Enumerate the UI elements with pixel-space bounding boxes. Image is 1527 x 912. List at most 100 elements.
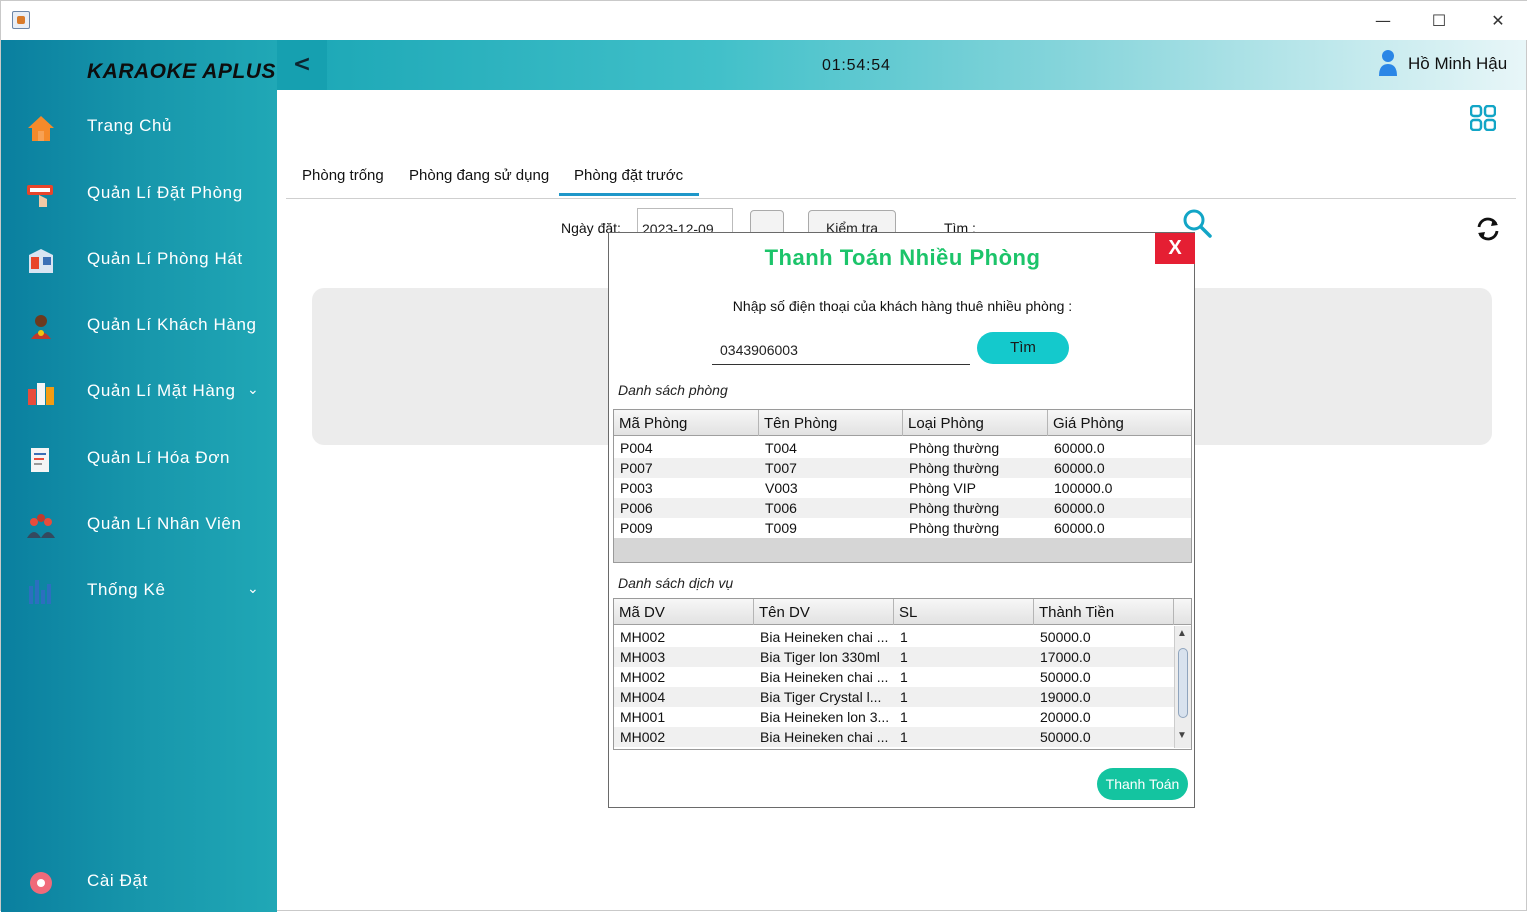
sidebar-item-settings[interactable]: Cài Đặt: [1, 857, 277, 907]
grid-view-icon[interactable]: [1470, 105, 1496, 131]
sidebar-item-invoices[interactable]: Quản Lí Hóa Đơn: [1, 434, 277, 484]
sidebar-item-products[interactable]: Quản Lí Mặt Hàng ⌄: [1, 367, 277, 417]
customer-icon: [31, 315, 51, 339]
table-cell: Bia Heineken chai ...: [760, 729, 889, 745]
top-header: < 01:54:54 Hồ Minh Hậu: [277, 40, 1526, 90]
table-row[interactable]: MH001 Bia Heineken lon 3... 1 20000.0: [614, 707, 1174, 727]
table-header: Mã DV Tên DV SL Thành Tiền: [614, 599, 1191, 625]
services-table[interactable]: Mã DV Tên DV SL Thành Tiền ▲ ▼ MH002 Bia …: [613, 598, 1192, 750]
sidebar-item-label: Quản Lí Hóa Đơn: [87, 448, 230, 467]
column-header[interactable]: Tên Phòng: [759, 410, 903, 436]
column-header[interactable]: Giá Phòng: [1048, 410, 1191, 436]
tab-empty-rooms[interactable]: Phòng trống: [302, 167, 384, 184]
sidebar-item-rooms[interactable]: Quản Lí Phòng Hát: [1, 235, 277, 285]
back-button[interactable]: <: [277, 40, 327, 90]
table-cell: P003: [620, 480, 653, 496]
app-window: — ☐ ✕ KARAOKE APLUS Trang Chủ Quản Lí Đặ…: [0, 0, 1527, 912]
column-header[interactable]: Tên DV: [754, 599, 894, 625]
stats-icon: [29, 580, 51, 604]
vertical-scrollbar[interactable]: ▲ ▼: [1174, 626, 1191, 748]
close-window-button[interactable]: ✕: [1486, 9, 1510, 33]
column-header[interactable]: Loại Phòng: [903, 410, 1048, 436]
table-row[interactable]: MH004 Bia Tiger Crystal l... 1 19000.0: [614, 687, 1174, 707]
sidebar: KARAOKE APLUS Trang Chủ Quản Lí Đặt Phòn…: [1, 40, 277, 912]
table-cell: T004: [765, 440, 797, 456]
table-cell: 17000.0: [1040, 649, 1091, 665]
table-cell: MH002: [620, 629, 666, 645]
table-cell: 1: [900, 709, 908, 725]
table-row[interactable]: P003 V003 Phòng VIP 100000.0: [614, 478, 1191, 498]
tab-reserved-rooms[interactable]: Phòng đặt trước: [574, 167, 683, 184]
table-cell: 60000.0: [1054, 440, 1105, 456]
tab-rooms-in-use[interactable]: Phòng đang sử dụng: [409, 167, 549, 184]
sidebar-item-customers[interactable]: Quản Lí Khách Hàng: [1, 301, 277, 351]
user-name[interactable]: Hồ Minh Hậu: [1408, 54, 1507, 74]
column-header[interactable]: Thành Tiền: [1034, 599, 1174, 625]
table-cell: 19000.0: [1040, 689, 1091, 705]
sidebar-item-home[interactable]: Trang Chủ: [1, 102, 277, 152]
table-row[interactable]: MH002 Bia Heineken chai ... 1 50000.0: [614, 667, 1174, 687]
pay-button[interactable]: Thanh Toán: [1097, 768, 1188, 800]
dialog-close-button[interactable]: X: [1155, 233, 1195, 264]
phone-input[interactable]: 0343906003: [712, 336, 970, 365]
table-cell: Phòng thường: [909, 440, 1000, 456]
find-button[interactable]: Tìm: [977, 332, 1069, 364]
table-cell: MH002: [620, 729, 666, 745]
table-cell: Bia Heineken chai ...: [760, 629, 889, 645]
sidebar-item-stats[interactable]: Thống Kê ⌄: [1, 566, 277, 616]
table-cell: 50000.0: [1040, 629, 1091, 645]
table-cell: 50000.0: [1040, 729, 1091, 745]
table-cell: 1: [900, 689, 908, 705]
table-cell: MH001: [620, 709, 666, 725]
table-cell: Phòng thường: [909, 460, 1000, 476]
table-row[interactable]: MH003 Bia Tiger lon 330ml 1 17000.0: [614, 647, 1174, 667]
table-cell: P004: [620, 440, 653, 456]
title-bar: — ☐ ✕: [1, 1, 1527, 40]
table-cell: 1: [900, 729, 908, 745]
table-cell: Bia Heineken lon 3...: [760, 709, 890, 725]
column-header[interactable]: Mã Phòng: [614, 410, 759, 436]
chevron-down-icon[interactable]: ⌄: [247, 580, 259, 597]
sidebar-item-label: Quản Lí Khách Hàng: [87, 315, 257, 334]
chevron-down-icon[interactable]: ⌄: [247, 381, 259, 398]
table-row[interactable]: P004 T004 Phòng thường 60000.0: [614, 438, 1191, 458]
table-row[interactable]: P007 T007 Phòng thường 60000.0: [614, 458, 1191, 478]
table-row[interactable]: MH002 Bia Heineken chai ... 1 50000.0: [614, 627, 1174, 647]
home-icon: [28, 116, 54, 141]
table-cell: Bia Tiger Crystal l...: [760, 689, 882, 705]
scroll-down-arrow[interactable]: ▼: [1177, 730, 1187, 741]
sidebar-item-label: Quản Lí Phòng Hát: [87, 249, 243, 268]
column-header[interactable]: Mã DV: [614, 599, 754, 625]
table-cell: T006: [765, 500, 797, 516]
table-cell: MH004: [620, 689, 666, 705]
scroll-up-arrow[interactable]: ▲: [1177, 628, 1187, 639]
multi-room-payment-dialog: Thanh Toán Nhiều Phòng X Nhập số điện th…: [608, 232, 1195, 808]
table-empty-area: [614, 538, 1191, 562]
scroll-thumb[interactable]: [1178, 648, 1188, 718]
minimize-button[interactable]: —: [1371, 9, 1395, 33]
column-header[interactable]: SL: [894, 599, 1034, 625]
rooms-table[interactable]: Mã Phòng Tên Phòng Loại Phòng Giá Phòng …: [613, 409, 1192, 563]
refresh-icon[interactable]: [1475, 216, 1501, 242]
sidebar-item-label: Quản Lí Đặt Phòng: [87, 183, 243, 202]
table-row[interactable]: P006 T006 Phòng thường 60000.0: [614, 498, 1191, 518]
table-row[interactable]: MH002 Bia Heineken chai ... 1 50000.0: [614, 727, 1174, 747]
sidebar-item-staff[interactable]: Quản Lí Nhân Viên: [1, 500, 277, 550]
table-cell: MH002: [620, 669, 666, 685]
table-cell: MH003: [620, 649, 666, 665]
table-cell: 20000.0: [1040, 709, 1091, 725]
table-row[interactable]: P009 T009 Phòng thường 60000.0: [614, 518, 1191, 538]
maximize-button[interactable]: ☐: [1427, 9, 1451, 33]
sidebar-item-label: Cài Đặt: [87, 871, 148, 890]
table-header: Mã Phòng Tên Phòng Loại Phòng Giá Phòng: [614, 410, 1191, 436]
clock-display: 01:54:54: [822, 57, 891, 74]
products-icon: [28, 383, 54, 405]
table-cell: 60000.0: [1054, 520, 1105, 536]
sidebar-item-booking[interactable]: Quản Lí Đặt Phòng: [1, 169, 277, 219]
phone-prompt: Nhập số điện thoại của khách hàng thuê n…: [732, 298, 1073, 314]
sidebar-item-label: Quản Lí Nhân Viên: [87, 514, 242, 533]
table-cell: 60000.0: [1054, 460, 1105, 476]
invoice-icon: [31, 448, 49, 472]
table-cell: Phòng thường: [909, 500, 1000, 516]
sidebar-item-label: Thống Kê: [87, 580, 166, 599]
